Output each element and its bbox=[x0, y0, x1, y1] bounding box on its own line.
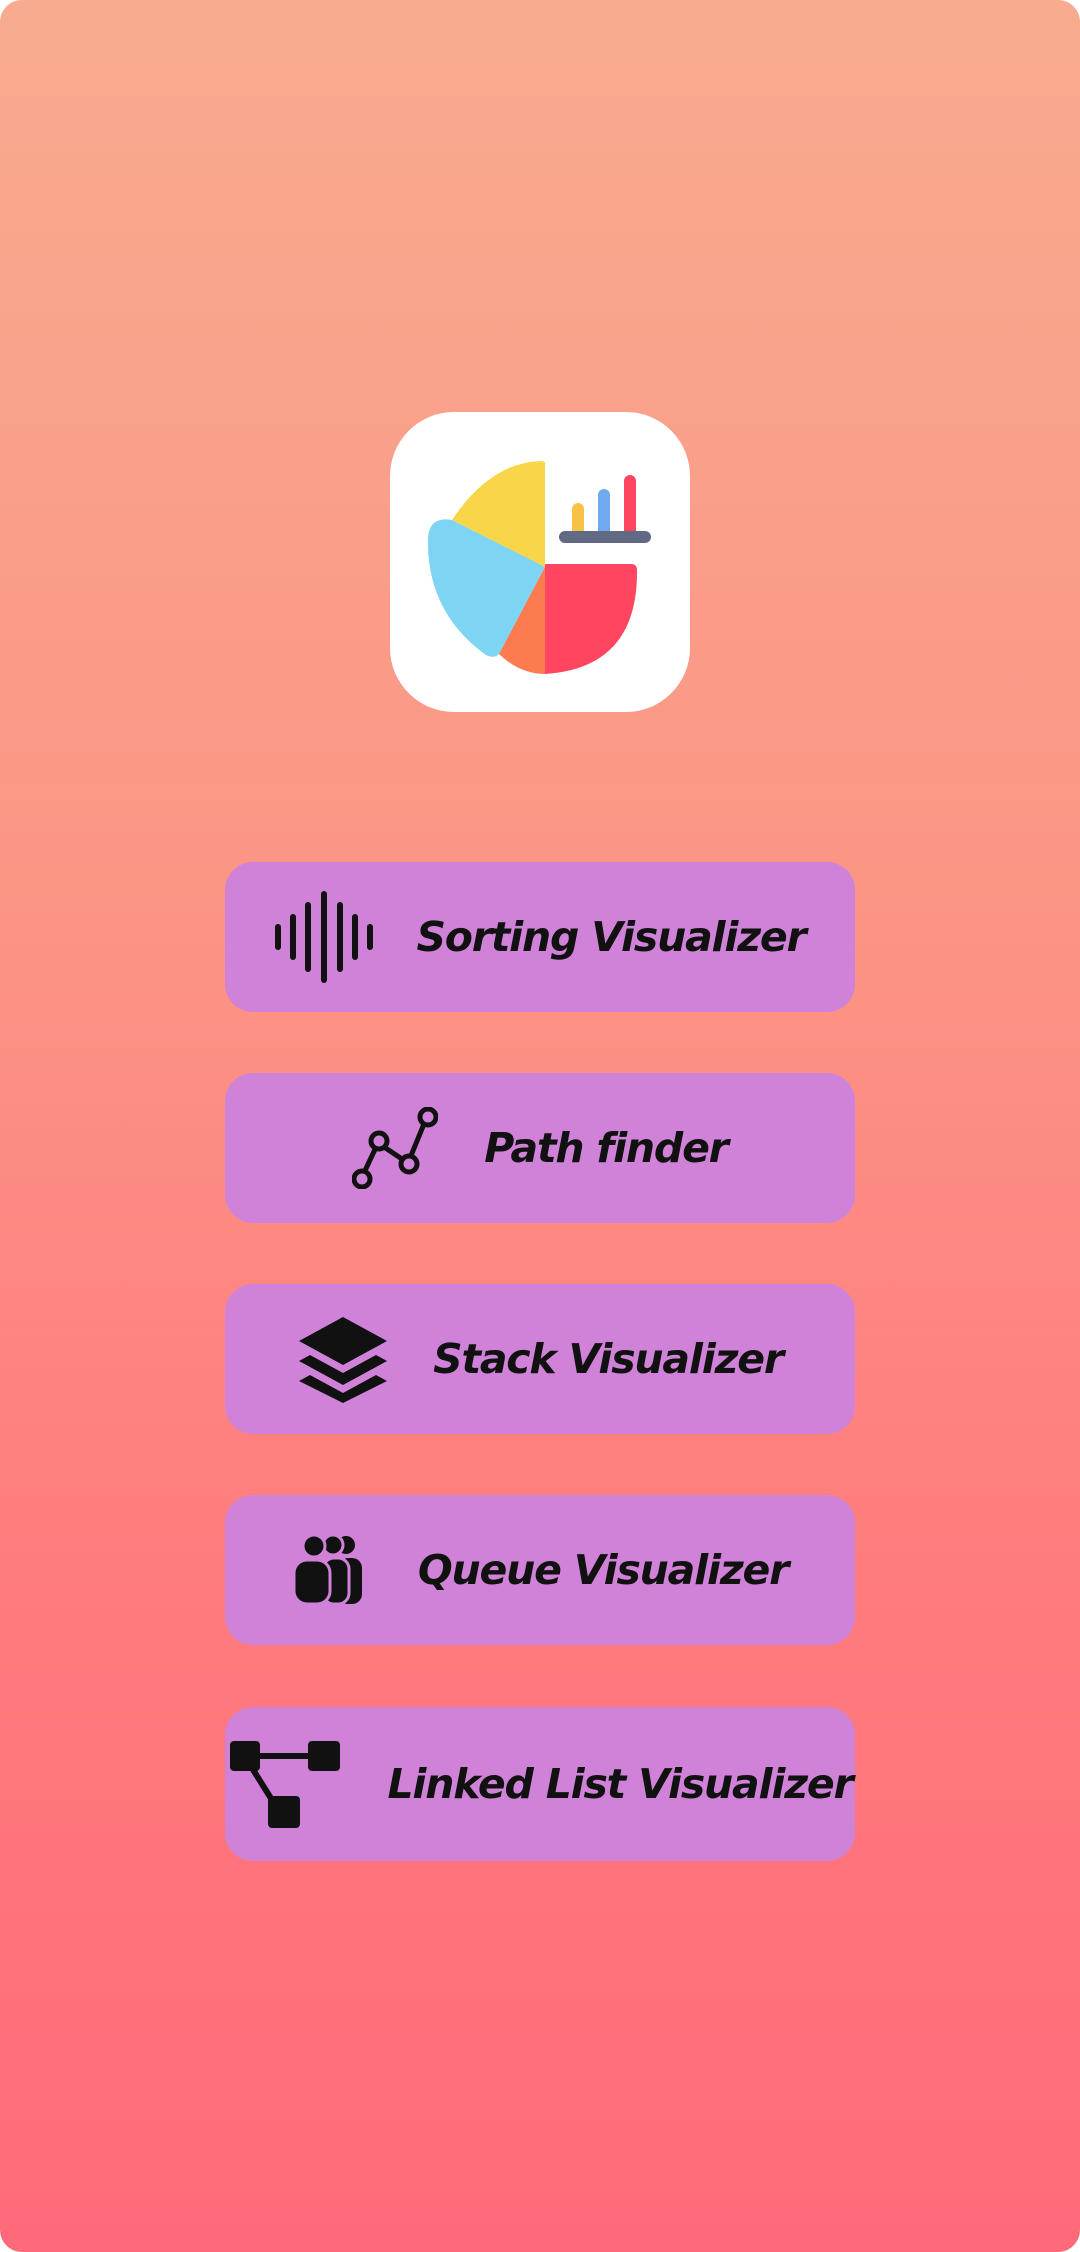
sound-wave-icon bbox=[274, 891, 374, 983]
app-logo bbox=[390, 412, 690, 712]
linked-list-visualizer-button[interactable]: Linked List Visualizer bbox=[225, 1707, 855, 1861]
people-queue-icon bbox=[292, 1535, 362, 1605]
queue-visualizer-label: Queue Visualizer bbox=[417, 1546, 789, 1594]
stack-visualizer-button[interactable]: Stack Visualizer bbox=[225, 1284, 855, 1434]
sorting-visualizer-label: Sorting Visualizer bbox=[416, 913, 806, 961]
queue-visualizer-button[interactable]: Queue Visualizer bbox=[225, 1495, 855, 1645]
path-finder-label: Path finder bbox=[484, 1124, 729, 1172]
pie-chart-logo-icon bbox=[427, 461, 651, 674]
layers-icon bbox=[297, 1315, 389, 1403]
node-tree-icon bbox=[228, 1738, 342, 1830]
linked-list-visualizer-label: Linked List Visualizer bbox=[387, 1760, 854, 1808]
line-graph-icon bbox=[352, 1107, 439, 1189]
home-screen: Sorting Visualizer Path finder Stack Vis… bbox=[0, 0, 1080, 2252]
stack-visualizer-label: Stack Visualizer bbox=[433, 1335, 784, 1383]
sorting-visualizer-button[interactable]: Sorting Visualizer bbox=[225, 862, 855, 1012]
path-finder-button[interactable]: Path finder bbox=[225, 1073, 855, 1223]
